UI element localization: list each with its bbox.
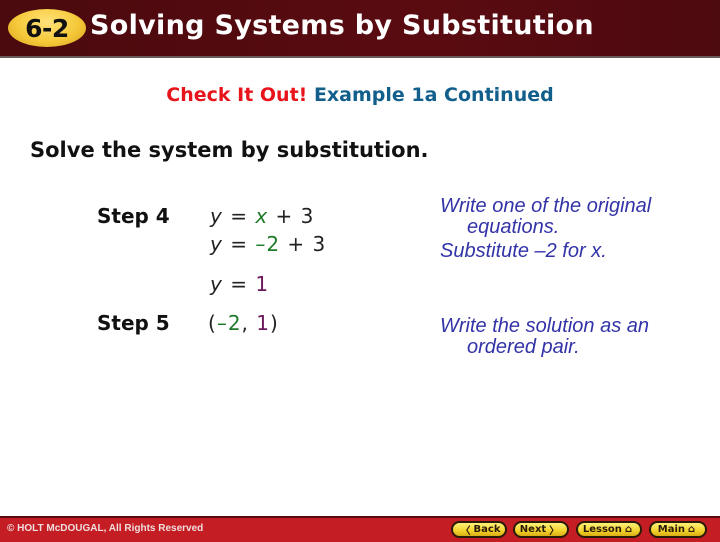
lesson-title: Solving Systems by Substitution bbox=[90, 10, 594, 41]
eq-term: 1 bbox=[255, 272, 270, 296]
note-line: Write one of the original bbox=[440, 195, 652, 217]
step-5-label: Step 5 bbox=[97, 311, 170, 335]
back-label: Back bbox=[473, 524, 501, 535]
footer-bar: © HOLT McDOUGAL, All Rights Reserved 〈 B… bbox=[0, 516, 720, 542]
equation-line-2: y = –2 + 3 bbox=[210, 232, 326, 256]
pair-x: –2 bbox=[216, 311, 242, 335]
home-icon: ⌂ bbox=[624, 524, 633, 535]
pair-sep: , bbox=[241, 311, 257, 335]
pair-y: 1 bbox=[256, 311, 270, 335]
step-4-note: Write one of the original equations. Sub… bbox=[440, 196, 651, 262]
copyright-text: © HOLT McDOUGAL, All Rights Reserved bbox=[7, 523, 204, 534]
eq-lhs: y bbox=[210, 232, 223, 256]
ordered-pair: (–2, 1) bbox=[208, 311, 279, 335]
note-line: Substitute –2 for x. bbox=[440, 240, 607, 262]
equation-line-1: y = x + 3 bbox=[210, 204, 314, 228]
chevron-right-icon: 〉 bbox=[549, 526, 560, 537]
back-button[interactable]: 〈 Back bbox=[451, 521, 507, 538]
note-line: equations. bbox=[467, 216, 560, 238]
main-label: Main bbox=[657, 524, 686, 535]
eq-term: + 3 bbox=[268, 204, 315, 228]
example-heading: Check It Out! Example 1a Continued bbox=[0, 84, 720, 106]
paren-open: ( bbox=[208, 311, 217, 335]
check-it-out-label: Check It Out! bbox=[166, 84, 308, 106]
eq-sign: = bbox=[230, 204, 248, 228]
next-label: Next bbox=[519, 524, 547, 535]
lesson-button[interactable]: Lesson ⌂ bbox=[576, 521, 642, 538]
lesson-label: Lesson bbox=[582, 524, 622, 535]
eq-lhs: y bbox=[210, 272, 223, 296]
chevron-left-icon: 〈 bbox=[460, 526, 471, 537]
lesson-badge: 6-2 bbox=[8, 9, 86, 47]
header-bar: 6-2 Solving Systems by Substitution bbox=[0, 0, 720, 58]
note-line: ordered pair. bbox=[467, 336, 580, 358]
step-5-note: Write the solution as an ordered pair. bbox=[440, 316, 649, 358]
example-label: Example 1a Continued bbox=[313, 84, 554, 106]
lesson-number: 6-2 bbox=[25, 13, 69, 43]
home-icon: ⌂ bbox=[688, 524, 696, 535]
eq-lhs: y bbox=[210, 204, 223, 228]
eq-term: –2 bbox=[255, 232, 281, 256]
next-button[interactable]: Next 〉 bbox=[513, 521, 569, 538]
paren-close: ) bbox=[270, 311, 279, 335]
eq-sign: = bbox=[230, 232, 248, 256]
step-4-label: Step 4 bbox=[97, 204, 170, 228]
equation-line-3: y = 1 bbox=[210, 272, 269, 296]
note-line: Write the solution as an bbox=[440, 315, 649, 337]
eq-term: + 3 bbox=[280, 232, 327, 256]
eq-term: x bbox=[255, 204, 269, 228]
eq-sign: = bbox=[230, 272, 248, 296]
instruction-text: Solve the system by substitution. bbox=[30, 138, 429, 162]
main-button[interactable]: Main ⌂ bbox=[649, 521, 707, 538]
